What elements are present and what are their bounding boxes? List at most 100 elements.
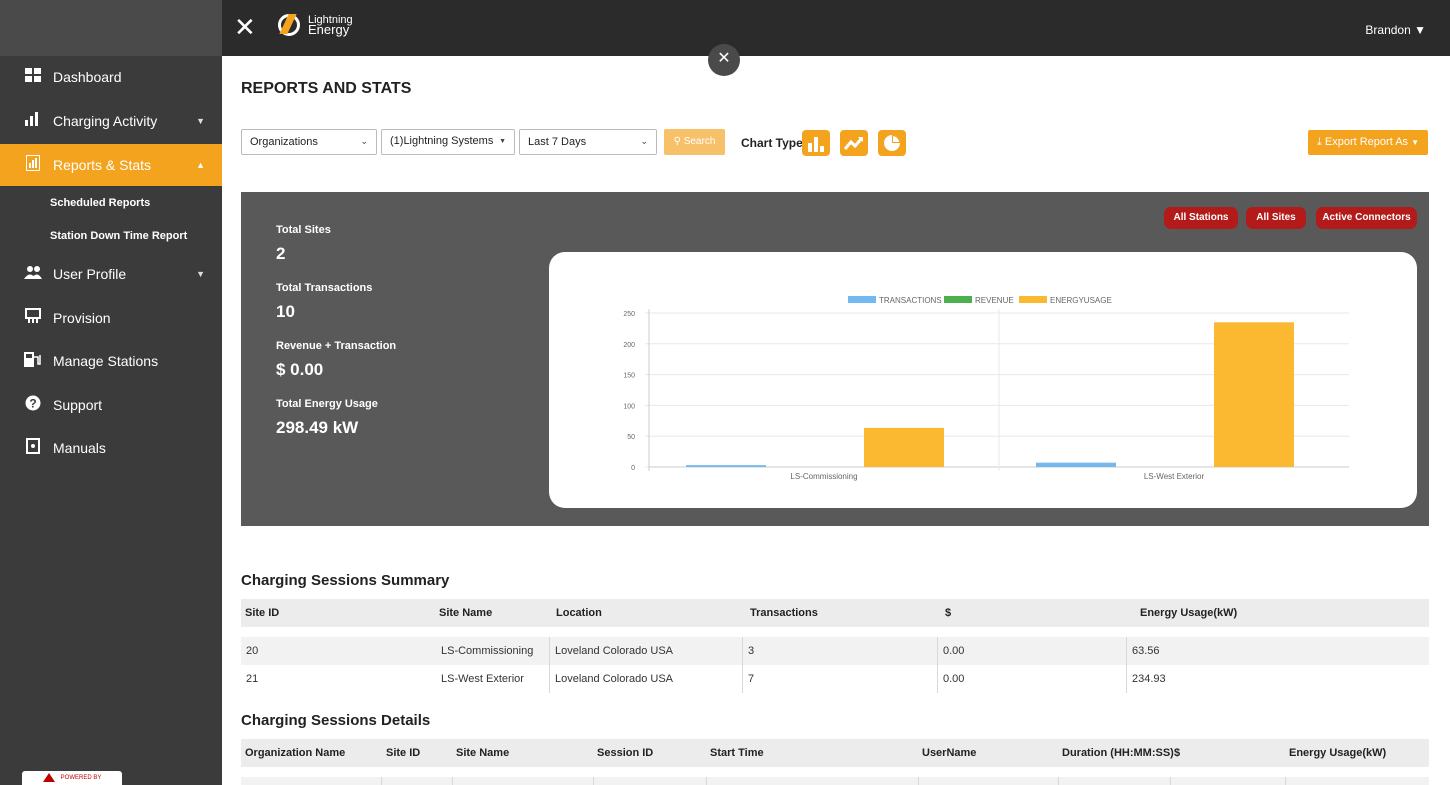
table-cell: 63.56 [1126,637,1429,665]
caret-down-icon: ▼ [1411,138,1420,147]
table-cell: 0.00 [937,637,1126,665]
page-title: REPORTS AND STATS [241,80,412,97]
sidebar-item-dashboard[interactable]: Dashboard [0,57,222,97]
sidebar-item-label: Charging Activity [53,113,158,129]
bar-chart-icon [24,112,42,130]
total-transactions-value: 10 [276,302,295,321]
sidebar-item-manage-stations[interactable]: Manage Stations [0,341,222,381]
table-cell: 0.00 [937,665,1126,693]
pie-chart-icon [884,135,900,151]
bar-chart: TRANSACTIONS REVENUE ENERGYUSAGE 0 50 100 150 2… [623,296,1349,481]
column-header: Transactions [750,607,818,619]
users-icon [24,265,42,283]
caret-down-icon: ▼ [196,269,205,279]
details-table-header: Organization Name Site ID Site Name Sess… [241,739,1429,767]
table-cell: LS-West Exterior [441,673,524,685]
column-header: Organization Name [245,747,346,759]
all-sites-button[interactable]: All Sites [1246,207,1306,229]
x-tick-label: LS-Commissioning [790,472,857,481]
column-header: UserName [922,747,977,759]
sidebar-item-label: User Profile [53,266,127,282]
user-menu[interactable]: Brandon ▼ [1365,23,1426,37]
sidebar-header [0,0,222,56]
sidebar-item-label: Provision [53,310,111,326]
sidebar-item-label: Reports & Stats [53,157,152,173]
sidebar-subitem-station-down-time[interactable]: Station Down Time Report [50,230,187,242]
sidebar-item-charging-activity[interactable]: Charging Activity ▼ [0,101,222,141]
chevron-down-icon: ⌄ [360,136,368,146]
legend-swatch [944,296,972,303]
logo-bolt-icon [278,14,300,36]
total-transactions-label: Total Transactions [276,282,373,294]
close-menu-icon[interactable]: ✕ [234,13,256,41]
sidebar-item-label: Dashboard [53,69,122,85]
table-cell: LS-Commissioning [441,645,534,657]
column-header: Site Name [439,607,493,619]
y-tick-label: 0 [631,465,635,472]
chart-type-label: Chart Type [741,136,803,150]
sidebar-item-reports-stats[interactable]: Reports & Stats ▲ [0,144,222,186]
caret-up-icon: ▲ [196,160,205,170]
y-tick-label: 100 [623,403,635,410]
details-title: Charging Sessions Details [241,712,431,729]
x-tick-label: LS-West Exterior [1144,472,1205,481]
column-header: $ [945,607,952,619]
bar-chart-type-button[interactable] [802,130,830,156]
y-tick-label: 50 [627,434,635,441]
summary-title: Charging Sessions Summary [241,572,450,589]
bar [864,427,944,467]
bar [1214,322,1294,467]
bar [1036,462,1116,467]
sidebar-item-user-profile[interactable]: User Profile ▼ [0,254,222,294]
export-report-button[interactable]: ⤓ Export Report As ▼ [1308,130,1428,155]
legend-swatch [848,296,876,303]
close-icon[interactable]: ✕ [708,44,740,76]
column-header: $ [1174,747,1181,759]
table-cell: 3 [742,637,937,665]
column-header: Session ID [597,747,654,759]
all-stations-button[interactable]: All Stations [1164,207,1238,229]
caret-down-icon: ▼ [499,138,506,145]
y-tick-label: 250 [623,311,635,318]
column-header: Energy Usage(kW) [1140,607,1238,619]
table-cell: 21 [246,673,259,685]
line-chart-type-button[interactable] [840,130,868,156]
system-select[interactable]: (1)Lightning Systems ▼ [381,129,515,155]
search-icon: ⚲ [673,136,681,147]
sidebar-item-support[interactable]: ? Support [0,385,222,425]
table-row: 21 LS-West Exterior Loveland Colorado US… [241,665,1429,693]
dashboard-grid-icon [24,68,42,86]
legend-swatch [1019,296,1047,303]
legend-label: REVENUE [975,296,1014,305]
summary-table-header: Site ID Site Name Location Transactions … [241,599,1429,627]
energy-usage-value: 298.49 kW [276,418,359,437]
column-header: Start Time [710,747,764,759]
table-cell: 7 [742,665,937,693]
sidebar-item-manuals[interactable]: Manuals [0,428,222,468]
date-range-select[interactable]: Last 7 Days ⌄ [519,129,657,155]
active-connectors-button[interactable]: Active Connectors [1316,207,1417,229]
column-header: Energy Usage(kW) [1289,747,1387,759]
chevron-down-icon: ⌄ [640,136,648,146]
station-icon [24,351,42,371]
sidebar-item-provision[interactable]: Provision [0,298,222,338]
table-cell: Loveland Colorado USA [549,665,742,693]
organization-select[interactable]: Organizations ⌄ [241,129,377,155]
table-cell: 20 [246,645,259,657]
sidebar-item-label: Manuals [53,440,106,456]
caret-down-icon: ▼ [196,116,205,126]
sidebar-item-label: Support [53,397,103,413]
search-button[interactable]: ⚲ Search [664,129,725,155]
y-tick-label: 150 [623,373,635,380]
top-bar: ✕ Lightning Energy Brandon ▼ [222,0,1450,56]
column-header: Site ID [245,607,280,619]
total-sites-label: Total Sites [276,224,331,236]
warning-triangle-icon [42,773,55,782]
sidebar-subitem-scheduled-reports[interactable]: Scheduled Reports [50,197,150,209]
legend-label: TRANSACTIONS [879,296,942,305]
manual-icon [24,438,42,458]
pie-chart-type-button[interactable] [878,130,906,156]
table-cell: Loveland Colorado USA [549,637,742,665]
table-cell: 234.93 [1126,665,1429,693]
bar-chart-icon [808,137,824,152]
